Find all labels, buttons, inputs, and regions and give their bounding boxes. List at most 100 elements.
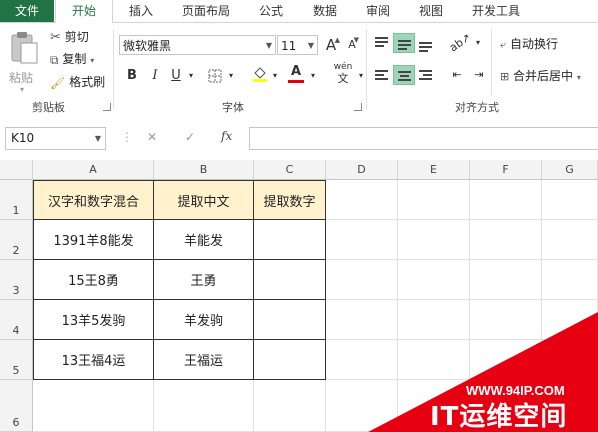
copy-icon: ⧉ — [50, 52, 59, 67]
cell-b1[interactable]: 提取中文 — [154, 180, 254, 220]
align-center-button[interactable] — [393, 65, 415, 85]
tab-file[interactable]: 文件 — [0, 0, 54, 22]
decrease-indent-button[interactable]: ⇤ — [447, 65, 467, 85]
cell-f2[interactable] — [470, 220, 542, 260]
cell-b3[interactable]: 王勇 — [154, 260, 254, 300]
row-header-1[interactable]: 1 — [0, 180, 33, 220]
tab-formulas[interactable]: 公式 — [248, 0, 294, 22]
font-color-button[interactable]: A — [286, 62, 306, 83]
underline-button[interactable]: U — [166, 66, 186, 86]
cell-c1[interactable]: 提取数字 — [254, 180, 326, 220]
tab-review[interactable]: 审阅 — [355, 0, 401, 22]
dialog-launcher-icon[interactable] — [354, 103, 362, 111]
cell-c4[interactable] — [254, 300, 326, 340]
dialog-launcher-icon[interactable] — [103, 103, 111, 111]
row-header-2[interactable]: 2 — [0, 220, 33, 260]
cell-f3[interactable] — [470, 260, 542, 300]
cell-b6[interactable] — [154, 380, 254, 432]
cell-d2[interactable] — [326, 220, 398, 260]
select-all-corner[interactable] — [0, 160, 33, 180]
cell-b2[interactable]: 羊能发 — [154, 220, 254, 260]
column-header-a[interactable]: A — [33, 160, 154, 180]
italic-button[interactable]: I — [145, 66, 165, 86]
tab-developer[interactable]: 开发工具 — [462, 0, 530, 22]
chevron-down-icon[interactable]: ▾ — [270, 66, 280, 86]
cell-a1[interactable]: 汉字和数字混合 — [33, 180, 154, 220]
cell-c6[interactable] — [254, 380, 326, 432]
cell-e3[interactable] — [398, 260, 470, 300]
column-header-g[interactable]: G — [542, 160, 598, 180]
row-header-4[interactable]: 4 — [0, 300, 33, 340]
merge-center-button[interactable]: ⊞ 合并后居中 ▾ — [500, 67, 581, 85]
cancel-icon[interactable]: ✕ — [147, 130, 157, 144]
cell-g1[interactable] — [542, 180, 598, 220]
fill-color-button[interactable] — [250, 64, 270, 84]
clipboard-group-label: 剪贴板 — [32, 101, 65, 114]
column-header-e[interactable]: E — [398, 160, 470, 180]
enter-icon[interactable]: ✓ — [185, 130, 195, 144]
align-left-button[interactable] — [371, 65, 393, 85]
tab-insert[interactable]: 插入 — [118, 0, 164, 22]
cut-label: 剪切 — [64, 30, 89, 44]
phonetic-guide-button[interactable]: wén 文 — [330, 61, 356, 85]
align-right-button[interactable] — [415, 65, 437, 85]
formula-input[interactable] — [249, 127, 598, 150]
cell-c3[interactable] — [254, 260, 326, 300]
cell-g3[interactable] — [542, 260, 598, 300]
font-name-select[interactable]: 微软雅黑 ▼ — [119, 35, 276, 55]
cell-e1[interactable] — [398, 180, 470, 220]
row-header-6[interactable]: 6 — [0, 380, 33, 432]
fill-bucket-icon — [253, 67, 267, 82]
column-header-c[interactable]: C — [254, 160, 326, 180]
align-top-button[interactable] — [371, 33, 393, 53]
border-button[interactable] — [205, 66, 225, 86]
paste-button[interactable]: 粘贴 ▾ — [6, 29, 42, 95]
cell-a4[interactable]: 13羊5发驹 — [33, 300, 154, 340]
bold-button[interactable]: B — [122, 66, 142, 86]
format-painter-button[interactable]: 🖌 格式刷 — [50, 73, 105, 91]
cell-c2[interactable] — [254, 220, 326, 260]
cell-d3[interactable] — [326, 260, 398, 300]
cell-a3[interactable]: 15王8勇 — [33, 260, 154, 300]
chevron-down-icon[interactable]: ▾ — [308, 66, 318, 86]
wrap-text-button[interactable]: ⤶ 自动换行 — [500, 35, 558, 53]
cell-a2[interactable]: 1391羊8能发 — [33, 220, 154, 260]
cell-a6[interactable] — [33, 380, 154, 432]
cut-button[interactable]: ✂ 剪切 — [50, 28, 89, 46]
cell-b5[interactable]: 王福运 — [154, 340, 254, 380]
cell-e2[interactable] — [398, 220, 470, 260]
row-header-5[interactable]: 5 — [0, 340, 33, 380]
paste-label: 粘贴 — [9, 71, 34, 85]
font-color-icon: A — [290, 64, 302, 79]
tab-data[interactable]: 数据 — [302, 0, 348, 22]
font-size-select[interactable]: 11 ▼ — [277, 35, 318, 55]
copy-button[interactable]: ⧉ 复制 ▾ — [50, 50, 94, 68]
cell-c5[interactable] — [254, 340, 326, 380]
column-header-b[interactable]: B — [154, 160, 254, 180]
cell-b4[interactable]: 羊发驹 — [154, 300, 254, 340]
column-header-f[interactable]: F — [470, 160, 542, 180]
cell-g2[interactable] — [542, 220, 598, 260]
increase-indent-button[interactable]: ⇥ — [469, 65, 489, 85]
grow-font-button[interactable]: A ▲ — [321, 35, 341, 55]
cell-a5[interactable]: 13王福4运 — [33, 340, 154, 380]
align-middle-button[interactable] — [393, 33, 415, 53]
column-header-d[interactable]: D — [326, 160, 398, 180]
orientation-button[interactable]: ab↗ — [447, 31, 473, 55]
tab-page-layout[interactable]: 页面布局 — [172, 0, 240, 22]
cell-d1[interactable] — [326, 180, 398, 220]
row-header-3[interactable]: 3 — [0, 260, 33, 300]
alignment-group-label: 对齐方式 — [455, 101, 499, 114]
chevron-down-icon[interactable]: ▾ — [356, 66, 366, 86]
insert-function-icon[interactable]: fx — [221, 129, 232, 143]
chevron-down-icon: ▼ — [94, 134, 101, 143]
name-box[interactable]: K10 ▼ — [5, 127, 106, 150]
shrink-font-button[interactable]: A ▼ — [342, 35, 362, 55]
cell-f1[interactable] — [470, 180, 542, 220]
align-bottom-button[interactable] — [415, 33, 437, 53]
chevron-down-icon[interactable]: ▾ — [186, 66, 196, 86]
tab-home[interactable]: 开始 — [55, 0, 113, 24]
chevron-down-icon[interactable]: ▾ — [226, 66, 236, 86]
chevron-down-icon[interactable]: ▾ — [473, 33, 483, 53]
tab-view[interactable]: 视图 — [408, 0, 454, 22]
